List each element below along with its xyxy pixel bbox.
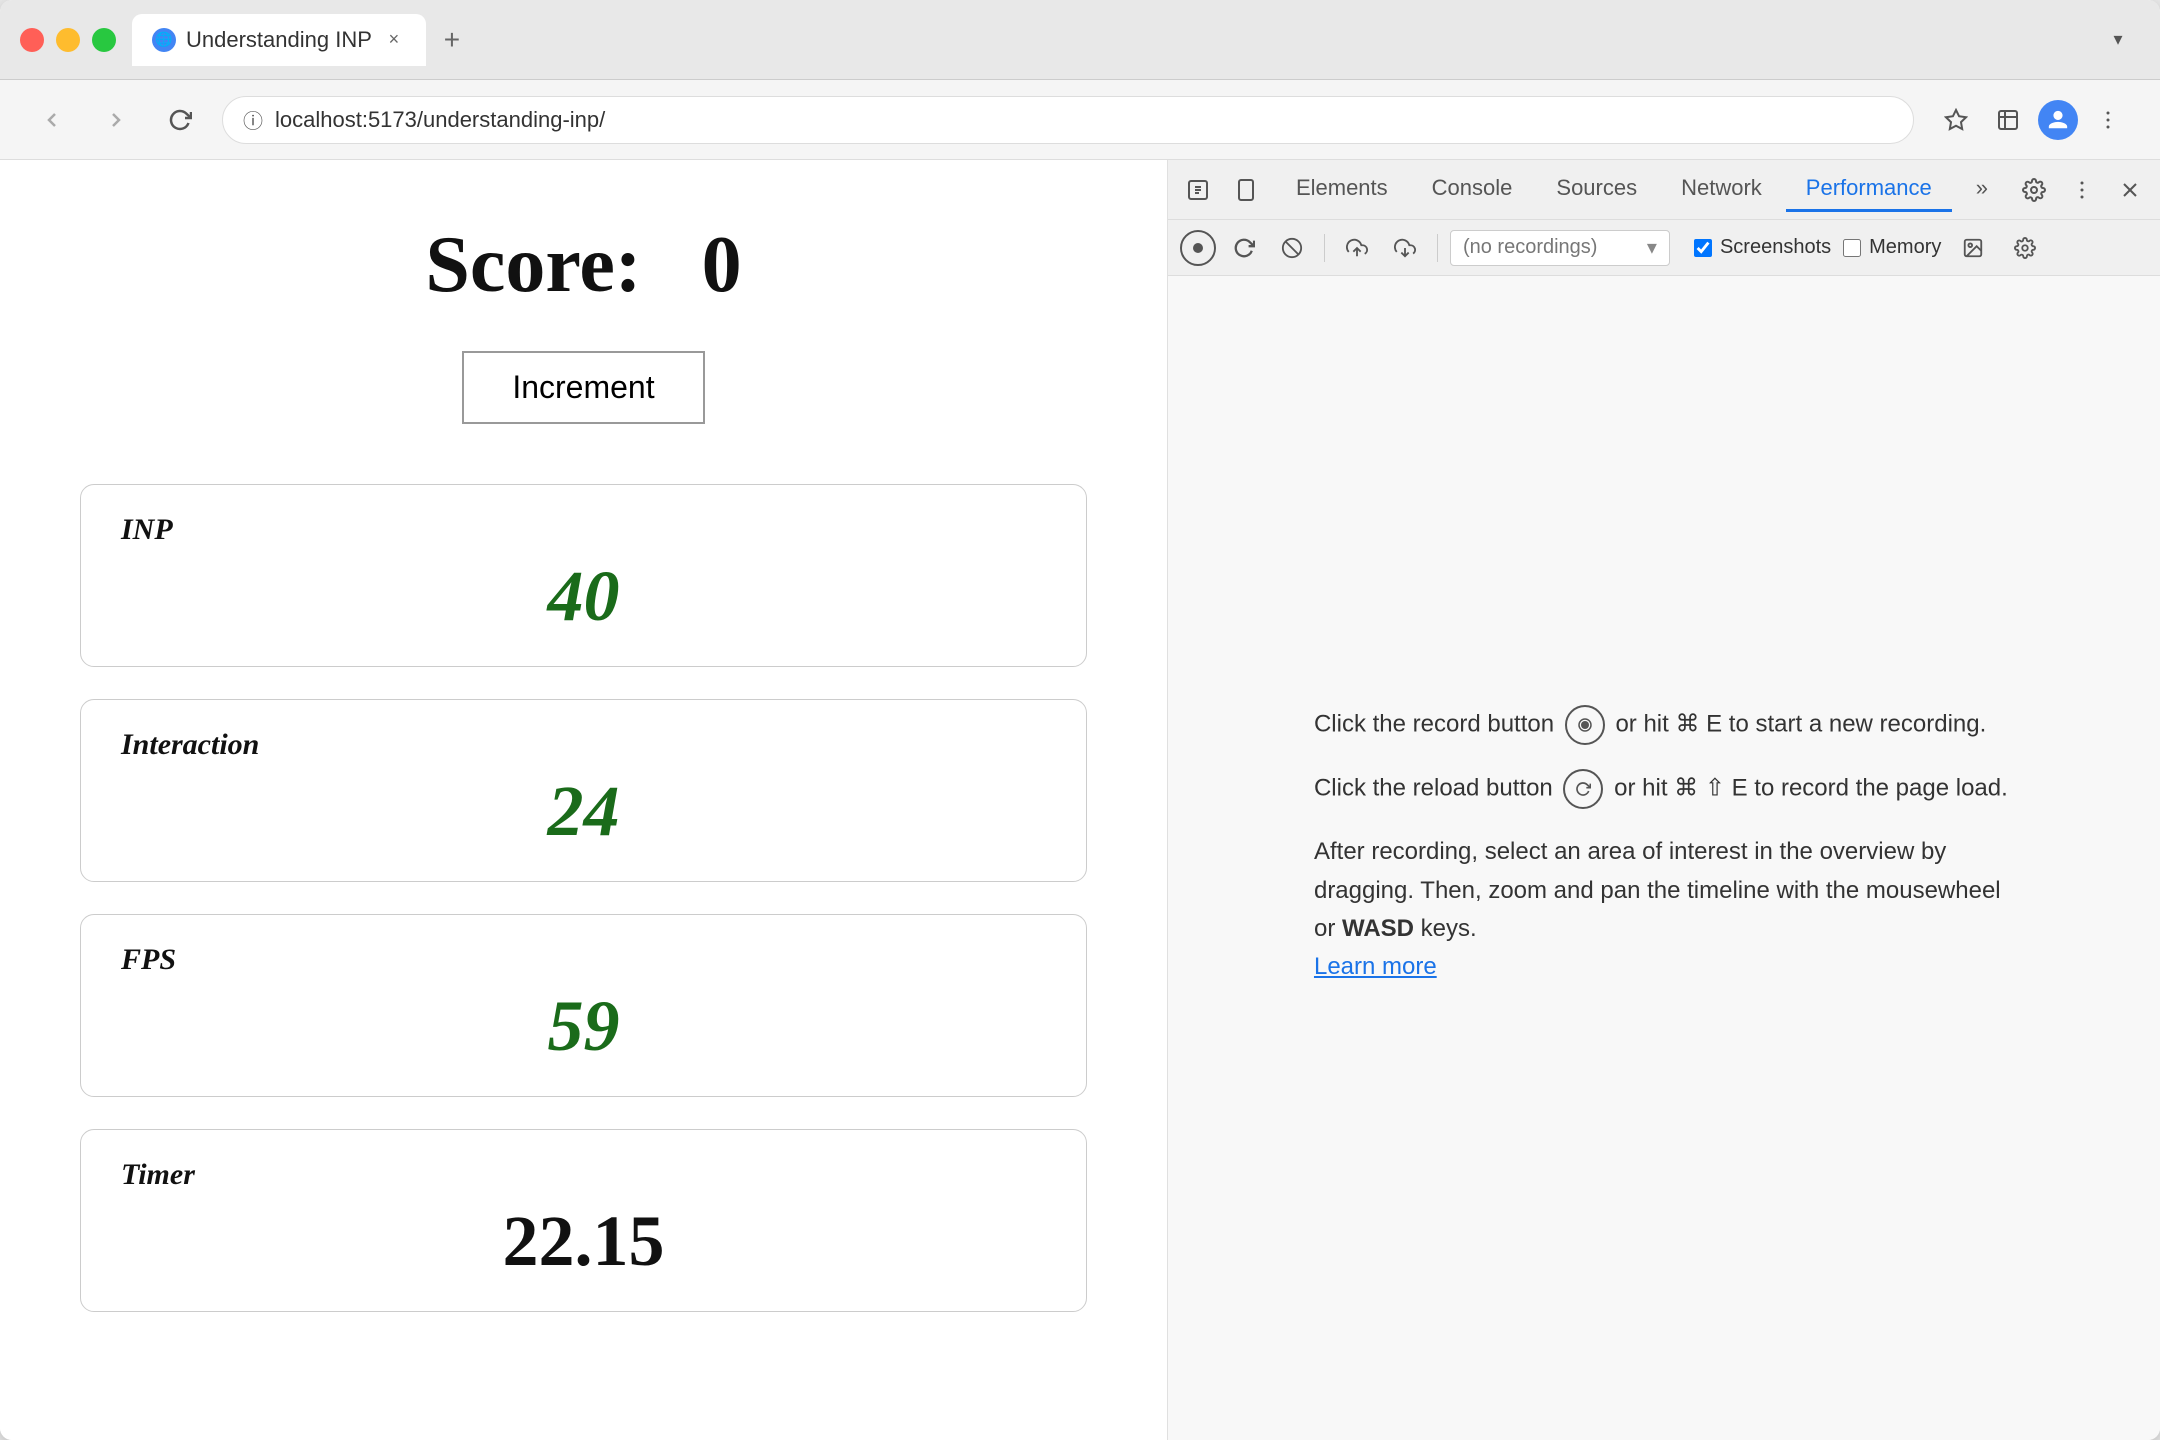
score-display: Score: 0 — [80, 220, 1087, 311]
browser-window: 🌐 Understanding INP × + ▾ ⓘ localho — [0, 0, 2160, 1440]
increment-button[interactable]: Increment — [462, 351, 704, 424]
maximize-traffic-light[interactable] — [92, 28, 116, 52]
inline-record-icon — [1565, 705, 1605, 745]
screenshots-checkbox[interactable] — [1694, 239, 1712, 257]
extension-button[interactable] — [1986, 98, 2030, 142]
tab-elements[interactable]: Elements — [1276, 167, 1408, 212]
url-text: localhost:5173/understanding-inp/ — [275, 107, 1893, 133]
account-button[interactable] — [2038, 100, 2078, 140]
browser-menu-button[interactable] — [2086, 98, 2130, 142]
tab-close-button[interactable]: × — [382, 28, 406, 52]
perf-settings-button[interactable] — [2005, 228, 2045, 268]
toolbar-icons — [1934, 98, 2130, 142]
learn-more-link[interactable]: Learn more — [1314, 953, 1437, 980]
instruction-line3: After recording, select an area of inter… — [1314, 833, 2014, 987]
fps-value: 59 — [121, 985, 1046, 1068]
devtools-inspect-button[interactable] — [1176, 168, 1220, 212]
toolbar-separator-2 — [1437, 234, 1438, 262]
tab-network[interactable]: Network — [1661, 167, 1782, 212]
interaction-value: 24 — [121, 770, 1046, 853]
reload-button[interactable] — [158, 98, 202, 142]
url-security-icon: ⓘ — [243, 105, 263, 134]
recordings-dropdown[interactable]: (no recordings) ▾ — [1450, 230, 1670, 266]
record-button[interactable] — [1180, 230, 1216, 266]
devtools-close-button[interactable] — [2108, 168, 2152, 212]
tab-title: Understanding INP — [186, 27, 372, 53]
traffic-lights — [20, 28, 116, 52]
perf-reload-button[interactable] — [1224, 228, 1264, 268]
devtools-device-button[interactable] — [1224, 168, 1268, 212]
instruction-line2: Click the reload button or hit ⌘ ⇧ E to … — [1314, 769, 2014, 809]
recordings-placeholder: (no recordings) — [1463, 236, 1598, 259]
timer-card: Timer 22.15 — [80, 1129, 1087, 1312]
inp-value: 40 — [121, 555, 1046, 638]
devtools-tab-bar: Elements Console Sources Network Perform… — [1168, 160, 2160, 220]
tab-more[interactable]: » — [1956, 167, 2008, 212]
score-value: 0 — [702, 221, 742, 309]
screenshots-checkbox-group[interactable]: Screenshots — [1694, 236, 1831, 259]
title-bar: 🌐 Understanding INP × + ▾ — [0, 0, 2160, 80]
timer-label: Timer — [121, 1158, 1046, 1192]
inp-card: INP 40 — [80, 484, 1087, 667]
timer-value: 22.15 — [121, 1200, 1046, 1283]
memory-checkbox[interactable] — [1843, 239, 1861, 257]
instruction-line1: Click the record button or hit ⌘ E to st… — [1314, 705, 2014, 745]
url-bar[interactable]: ⓘ localhost:5173/understanding-inp/ — [222, 96, 1914, 144]
perf-download-button[interactable] — [1385, 228, 1425, 268]
webpage: Score: 0 Increment INP 40 Interaction 24… — [0, 160, 1168, 1440]
fps-label: FPS — [121, 943, 1046, 977]
toolbar-separator-1 — [1324, 234, 1325, 262]
new-tab-button[interactable]: + — [430, 18, 474, 62]
devtools-content: Click the record button or hit ⌘ E to st… — [1168, 276, 2160, 1440]
forward-button[interactable] — [94, 98, 138, 142]
back-button[interactable] — [30, 98, 74, 142]
tab-console[interactable]: Console — [1412, 167, 1533, 212]
main-area: Score: 0 Increment INP 40 Interaction 24… — [0, 160, 2160, 1440]
perf-clear-button[interactable] — [1272, 228, 1312, 268]
minimize-traffic-light[interactable] — [56, 28, 80, 52]
tab-performance[interactable]: Performance — [1786, 167, 1952, 212]
memory-checkbox-group[interactable]: Memory — [1843, 236, 1941, 259]
tab-sources[interactable]: Sources — [1536, 167, 1657, 212]
bookmark-button[interactable] — [1934, 98, 1978, 142]
address-bar: ⓘ localhost:5173/understanding-inp/ — [0, 80, 2160, 160]
score-label: Score: — [425, 221, 641, 309]
inp-label: INP — [121, 513, 1046, 547]
devtools-right-controls — [2012, 168, 2152, 212]
interaction-card: Interaction 24 — [80, 699, 1087, 882]
screenshots-label: Screenshots — [1720, 236, 1831, 259]
performance-toolbar: (no recordings) ▾ Screenshots Memory — [1168, 220, 2160, 276]
perf-upload-button[interactable] — [1337, 228, 1377, 268]
tab-bar: 🌐 Understanding INP × + — [132, 14, 2080, 66]
perf-right-controls: Screenshots Memory — [1694, 228, 2045, 268]
devtools-panel: Elements Console Sources Network Perform… — [1168, 160, 2160, 1440]
perf-capture-button[interactable] — [1953, 228, 1993, 268]
performance-instructions: Click the record button or hit ⌘ E to st… — [1314, 705, 2014, 1011]
devtools-more-button[interactable] — [2060, 168, 2104, 212]
tab-dropdown-button[interactable]: ▾ — [2096, 18, 2140, 62]
close-traffic-light[interactable] — [20, 28, 44, 52]
fps-card: FPS 59 — [80, 914, 1087, 1097]
interaction-label: Interaction — [121, 728, 1046, 762]
active-tab[interactable]: 🌐 Understanding INP × — [132, 14, 426, 66]
inline-reload-icon — [1563, 769, 1603, 809]
devtools-settings-button[interactable] — [2012, 168, 2056, 212]
memory-label: Memory — [1869, 236, 1941, 259]
devtools-left-icons — [1176, 168, 1268, 212]
tab-favicon: 🌐 — [152, 28, 176, 52]
